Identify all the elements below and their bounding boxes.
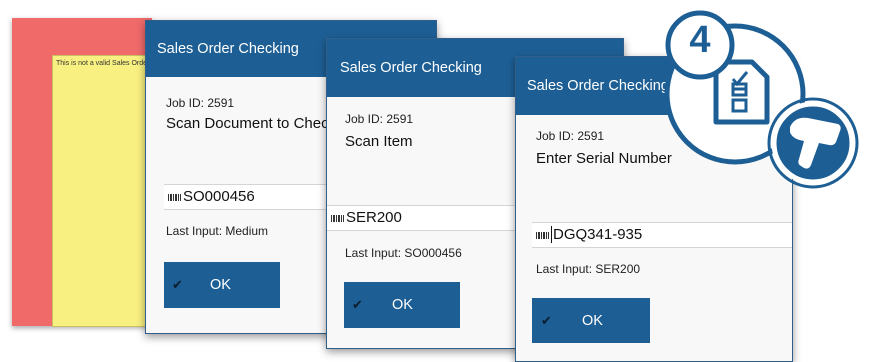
window-titlebar: Sales Order Checking [516,57,792,115]
scan-input-value: SER200 [346,209,402,226]
checkmark-icon: ✔ [352,297,363,312]
last-input-label: Last Input: SER200 [536,262,641,276]
last-input-label: Last Input: SO000456 [345,246,462,260]
window-title: Sales Order Checking [157,41,299,57]
ok-button-label: OK [210,277,231,293]
job-id-label: Job ID: 2591 [166,96,235,110]
barcode-icon [536,232,549,239]
last-input-label: Last Input: Medium [166,224,269,238]
invalid-order-message: This is not a valid Sales Order [56,60,150,67]
serial-number-input-value: DGQ341-935 [551,226,643,243]
checkmark-icon: ✔ [172,277,183,292]
window-title: Sales Order Checking [527,78,669,94]
ok-button-label: OK [392,297,413,313]
serial-number-input[interactable]: DGQ341-935 [532,222,792,248]
barcode-icon [168,194,181,201]
prompt-text: Scan Document to Check [166,115,337,132]
job-id-label: Job ID: 2591 [536,129,605,143]
job-id-label: Job ID: 2591 [345,112,414,126]
step-number: 4 [689,19,711,61]
window-title: Sales Order Checking [340,60,482,76]
ok-button[interactable]: ✔ OK [344,282,460,328]
ok-button-label: OK [582,313,603,329]
invalid-order-panel: This is not a valid Sales Order [12,18,162,327]
prompt-text: Enter Serial Number [536,150,672,167]
barcode-scanner-icon [790,117,841,169]
window-enter-serial: Sales Order Checking Job ID: 2591 Enter … [515,56,793,362]
ok-button[interactable]: ✔ OK [532,298,650,343]
checkmark-icon: ✔ [541,313,552,328]
ok-button[interactable]: ✔ OK [164,262,280,308]
scan-input-value: SO000456 [183,188,255,205]
barcode-icon [331,215,344,222]
prompt-text: Scan Item [345,133,413,150]
